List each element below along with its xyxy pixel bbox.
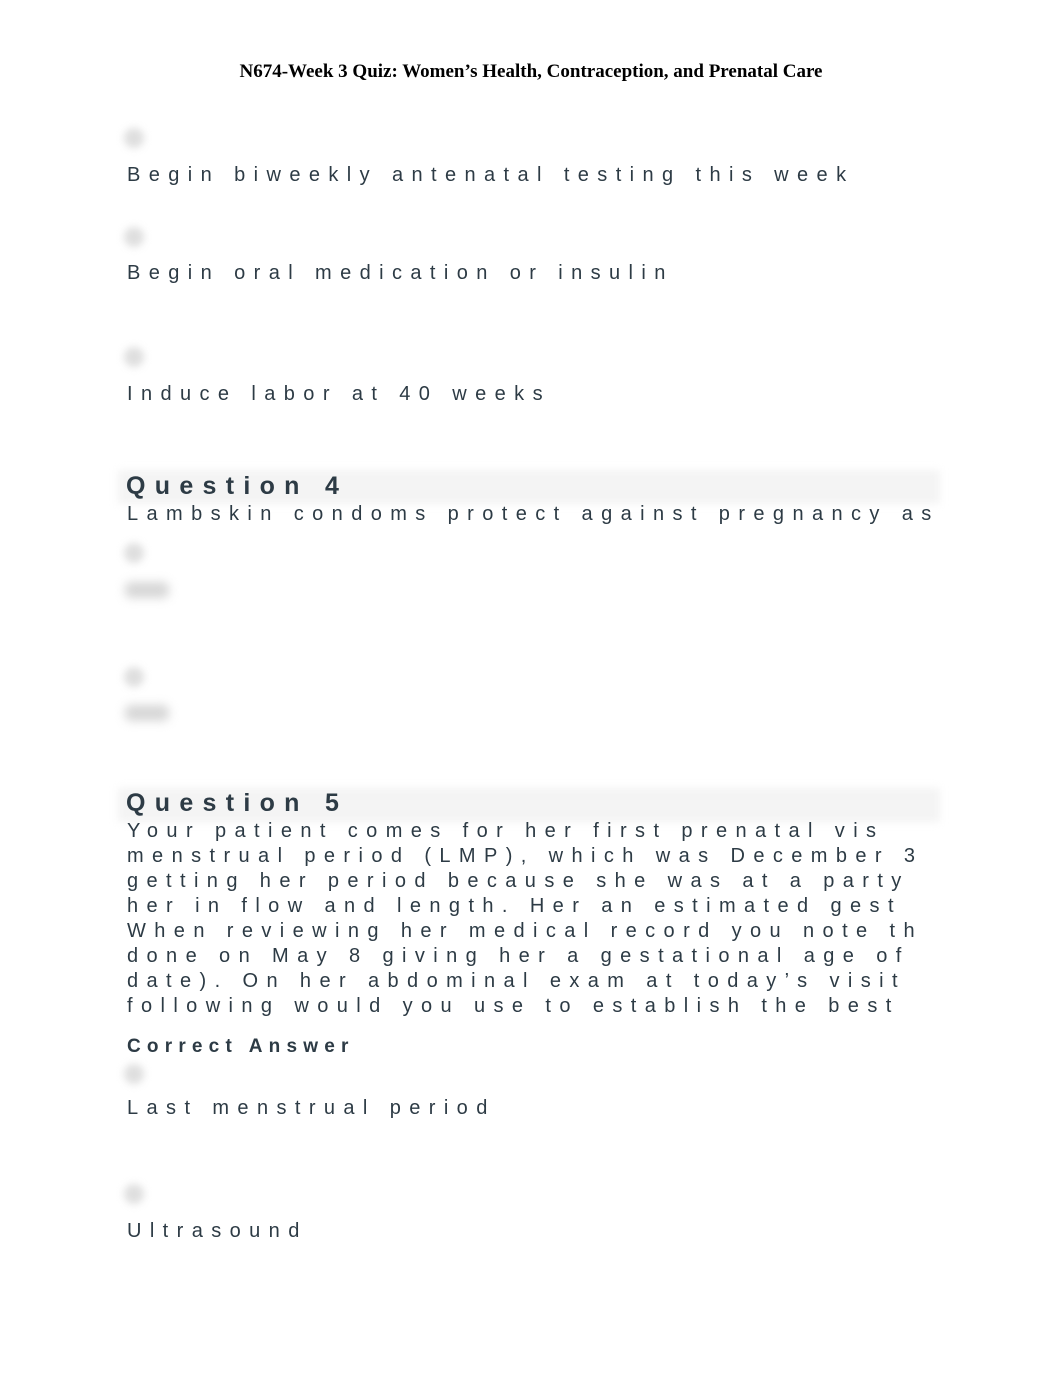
document-title: N674-Week 3 Quiz: Women’s Health, Contra… <box>239 61 823 82</box>
answer-option: Begin biweekly antenatal testing this we… <box>127 164 855 186</box>
radio-button-icon[interactable] <box>124 1064 144 1084</box>
correct-answer-label: Correct Answer <box>127 1036 355 1057</box>
question-text-line: menstrual period (LMP), which was Decemb… <box>127 845 924 867</box>
question-text-line: getting her period because she was at a … <box>127 870 910 892</box>
question-heading: Question 5 <box>126 789 349 817</box>
question-heading: Question 4 <box>126 472 349 500</box>
question-text-line: her in flow and length. Her an estimated… <box>127 895 902 917</box>
radio-button-icon[interactable] <box>124 128 144 148</box>
answer-option: Induce labor at 40 weeks <box>127 383 551 405</box>
question-text: Your patient comes for her first prenata… <box>127 819 923 1019</box>
question-text-line: following would you use to establish the… <box>127 995 900 1017</box>
radio-button-icon[interactable] <box>124 1184 144 1204</box>
question-text-line: date). On her abdominal exam at today’s … <box>127 970 906 992</box>
answer-option: Begin oral medication or insulin <box>127 262 674 284</box>
question-text: Lambskin condoms protect against pregnan… <box>127 502 940 527</box>
question-text-line: done on May 8 giving her a gestational a… <box>127 945 910 967</box>
radio-button-icon[interactable] <box>124 347 144 367</box>
question-text-line: When reviewing her medical record you no… <box>127 920 923 942</box>
answer-option-correct: Last menstrual period <box>127 1097 496 1119</box>
answer-option-blurred <box>125 705 169 721</box>
question-text-line: Lambskin condoms protect against pregnan… <box>127 503 940 525</box>
radio-button-icon[interactable] <box>124 543 144 563</box>
question-text-line: Your patient comes for her first prenata… <box>127 820 885 842</box>
answer-option-blurred <box>125 582 169 598</box>
answer-option: Ultrasound <box>127 1220 308 1242</box>
radio-button-icon[interactable] <box>124 667 144 687</box>
radio-button-icon[interactable] <box>124 227 144 247</box>
